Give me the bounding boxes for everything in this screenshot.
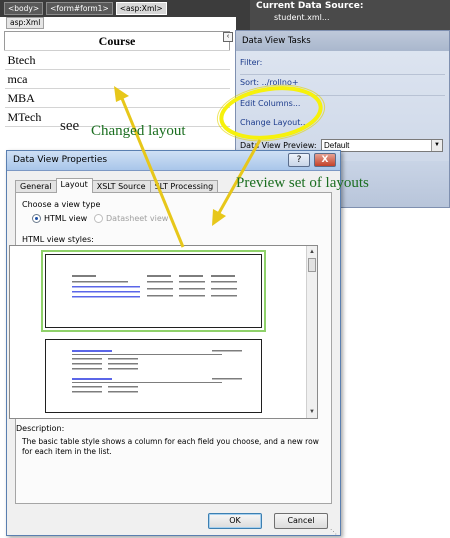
table-row: Btech [4,50,230,70]
html-styles-label: HTML view styles: [22,235,94,244]
preview-label: Data View Preview: [240,141,317,150]
tag-asp-xml[interactable]: <asp:Xml> [115,2,167,15]
scroll-up-icon[interactable]: ▲ [307,247,317,257]
table-row: mca [4,69,230,89]
course-table: Course Btech mca MBA MTech [4,31,230,127]
annotation-changed-layout: Changed layout [91,123,186,139]
data-source-file[interactable]: student.xml... [274,13,444,22]
style-description: The basic table style shows a column for… [22,437,319,456]
basic-table-style-preview [72,275,237,298]
view-type-label: Choose a view type [22,200,101,209]
course-header: Course [4,31,230,51]
basic-table-style-thumb[interactable] [45,254,262,328]
cancel-button[interactable]: Cancel [274,513,328,529]
datasheet-view-radio[interactable]: Datasheet view [94,214,168,223]
close-button[interactable]: X [314,153,336,167]
control-label: asp:Xml [6,17,45,29]
sort-link[interactable]: Sort: ../rollno+ [240,74,445,87]
styles-scrollbar[interactable]: ▲ ▼ [306,246,317,418]
help-button[interactable]: ? [288,153,310,167]
change-layout-link[interactable]: Change Layout... [240,118,308,127]
tasks-title: Data View Tasks [236,31,449,51]
html-view-styles-list[interactable]: ▲ ▼ [9,245,318,419]
tag-form[interactable]: <form#form1> [46,2,113,15]
edit-columns-link[interactable]: Edit Columns... [240,95,445,108]
tag-body[interactable]: <body> [4,2,44,15]
html-view-radio[interactable]: HTML view [32,214,87,223]
scroll-down-icon[interactable]: ▼ [307,407,317,417]
dialog-titlebar: Data View Properties ? X [7,151,340,171]
html-view-label: HTML view [44,214,88,223]
divider-strip [236,0,250,30]
data-source-panel: Current Data Source: student.xml... [250,0,450,30]
datasheet-view-label: Datasheet view [106,214,169,223]
tab-layout[interactable]: Layout [55,178,93,193]
dialog-title: Data View Properties [13,155,108,165]
annotation-preview-layouts: Preview set of layouts [236,175,369,191]
description-label: Description: [16,424,65,433]
table-row: MBA [4,88,230,108]
annotation-see: see [60,118,80,134]
resize-grip-icon[interactable]: ⋱ [330,528,338,536]
chevron-down-icon[interactable]: ▼ [431,140,442,151]
radio-selected-icon[interactable] [32,214,41,223]
tag-navigator: <body> <form#form1> <asp:Xml> [0,0,236,17]
title-body-style-thumb[interactable] [45,339,262,413]
chevron-left-icon[interactable]: ‹ [223,32,233,42]
scrollbar-thumb[interactable] [308,258,316,272]
ok-button[interactable]: OK [208,513,262,529]
filter-link[interactable]: Filter: [240,58,262,67]
title-body-style-preview [72,350,242,393]
preview-select-value: Default [324,141,350,150]
data-source-title: Current Data Source: [256,1,364,11]
radio-unselected-icon[interactable] [94,214,103,223]
tab-strip: General Layout XSLT Source SLT Processin… [15,178,219,193]
